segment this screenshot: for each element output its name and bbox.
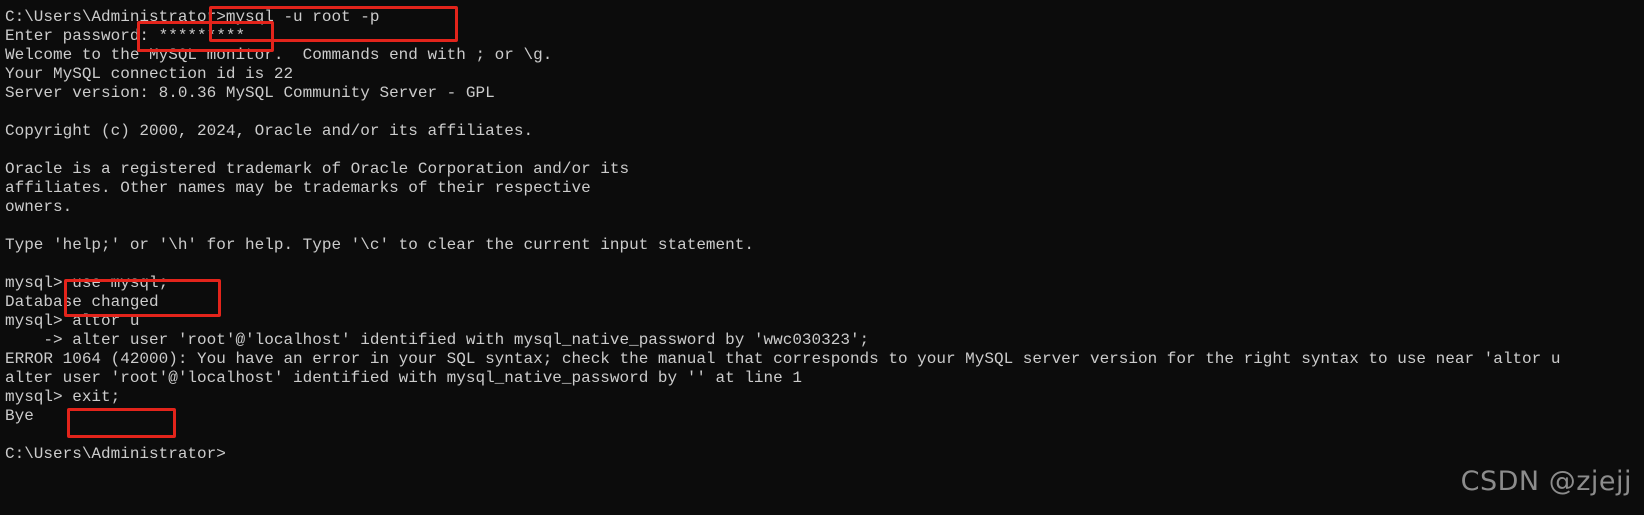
terminal-line-server-version: Server version: 8.0.36 MySQL Community S… bbox=[5, 84, 495, 102]
terminal-line-database-changed: Database changed bbox=[5, 293, 159, 311]
terminal-line-alter-user: -> alter user 'root'@'localhost' identif… bbox=[5, 331, 870, 349]
terminal-line-password: Enter password: ********* bbox=[5, 27, 246, 45]
terminal-line-trademark: affiliates. Other names may be trademark… bbox=[5, 179, 591, 197]
terminal-line-exit: mysql> exit; bbox=[5, 388, 121, 406]
terminal-line-trademark: Oracle is a registered trademark of Orac… bbox=[5, 160, 630, 178]
terminal-line-welcome: Welcome to the MySQL monitor. Commands e… bbox=[5, 46, 553, 64]
terminal-line-error: ERROR 1064 (42000): You have an error in… bbox=[5, 350, 1561, 368]
terminal-window[interactable]: C:\Users\Administrator>mysql -u root -p … bbox=[0, 0, 1644, 515]
terminal-line-help: Type 'help;' or '\h' for help. Type '\c'… bbox=[5, 236, 754, 254]
terminal-line-bye: Bye bbox=[5, 407, 34, 425]
terminal-line-prompt[interactable]: C:\Users\Administrator> bbox=[5, 445, 1644, 464]
terminal-line-connection-id: Your MySQL connection id is 22 bbox=[5, 65, 294, 83]
terminal-line-trademark: owners. bbox=[5, 198, 73, 216]
terminal-line-altor: mysql> altor u bbox=[5, 312, 140, 330]
terminal-line-error-detail: alter user 'root'@'localhost' identified… bbox=[5, 369, 802, 387]
terminal-line-copyright: Copyright (c) 2000, 2024, Oracle and/or … bbox=[5, 122, 534, 140]
watermark: CSDN @zjejj bbox=[1460, 466, 1632, 497]
terminal-line-use-mysql: mysql> use mysql; bbox=[5, 274, 169, 292]
terminal-line-command: C:\Users\Administrator>mysql -u root -p bbox=[5, 8, 380, 26]
